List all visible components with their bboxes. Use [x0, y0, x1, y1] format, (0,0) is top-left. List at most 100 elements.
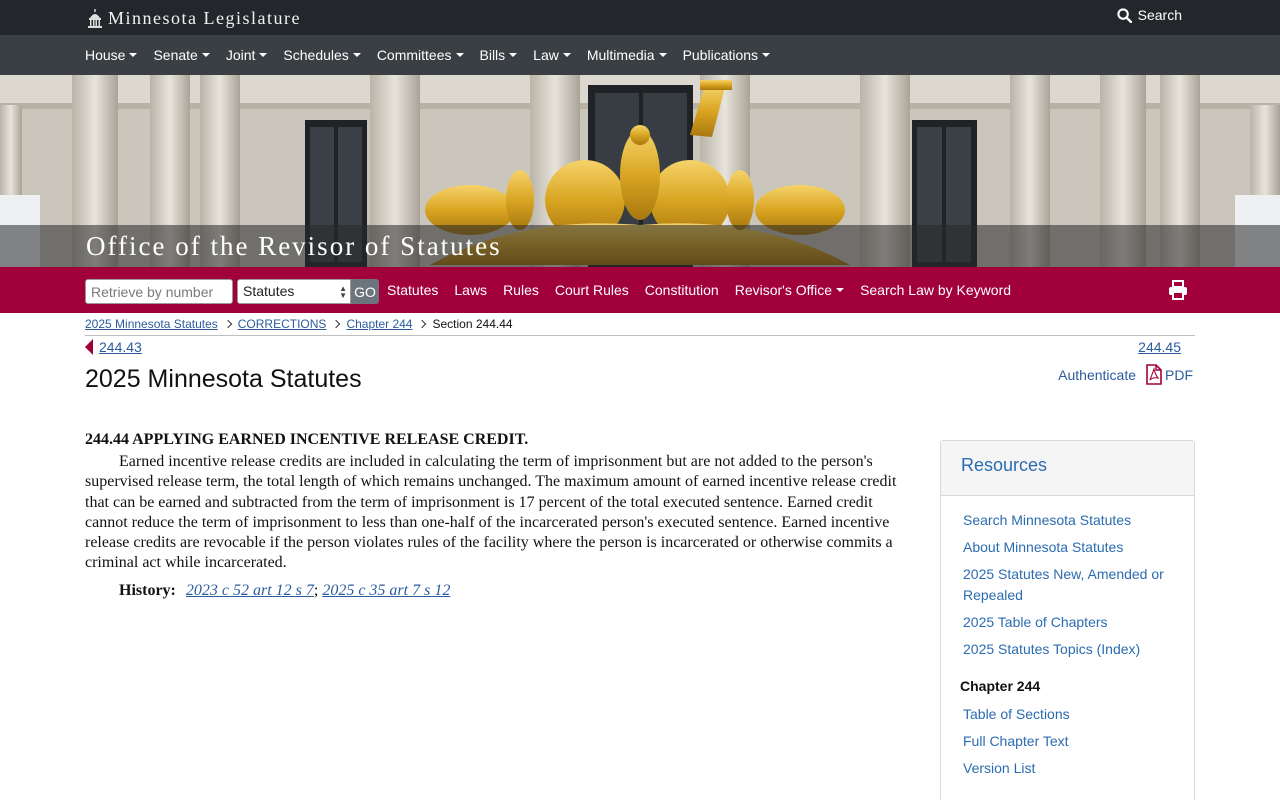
- triangle-left-icon: [85, 339, 93, 355]
- top-search-link[interactable]: Search: [1117, 7, 1182, 23]
- link-label: Search Law by Keyword: [860, 282, 1012, 298]
- resource-link[interactable]: 2025 Statutes Topics (Index): [963, 639, 1174, 660]
- nav-publications[interactable]: Publications: [683, 47, 771, 63]
- history-separator: ;: [313, 581, 319, 599]
- go-button[interactable]: GO: [351, 279, 379, 304]
- resource-link[interactable]: 2025 Statutes New, Amended or Repealed: [963, 564, 1174, 606]
- nav-label: Bills: [479, 47, 506, 63]
- retrieve-by-number-input[interactable]: [85, 279, 233, 304]
- nav-bills[interactable]: Bills: [480, 47, 518, 63]
- link-constitution[interactable]: Constitution: [645, 282, 719, 298]
- statute-section: 244.44 APPLYING EARNED INCENTIVE RELEASE…: [85, 431, 911, 600]
- select-value: Statutes: [243, 283, 295, 299]
- chapter-link[interactable]: Version List: [963, 758, 1174, 779]
- nav-label: Committees: [376, 47, 452, 63]
- link-label: Constitution: [644, 282, 719, 298]
- resources-list: Search Minnesota Statutes About Minnesot…: [941, 496, 1194, 660]
- nav-house[interactable]: House: [85, 47, 138, 63]
- breadcrumb-statutes[interactable]: 2025 Minnesota Statutes: [85, 317, 218, 331]
- brand-logo[interactable]: Minnesota Legislature: [86, 8, 301, 29]
- link-revisors-office[interactable]: Revisor's Office: [734, 282, 845, 298]
- capitol-icon: [88, 8, 102, 28]
- caret-down-icon: [836, 288, 845, 292]
- section-heading: Section 244.44: [941, 785, 1194, 800]
- divider: [85, 335, 1195, 336]
- nav-senate[interactable]: Senate: [153, 47, 210, 63]
- nav-label: Publications: [682, 47, 759, 63]
- document-type-select[interactable]: Statutes ▲ ▼: [237, 279, 351, 304]
- breadcrumb-current: Section 244.44: [432, 317, 513, 331]
- link-rules[interactable]: Rules: [503, 282, 539, 298]
- main-nav: House Senate Joint Schedules Committees …: [0, 35, 1280, 75]
- caret-down-icon: [762, 53, 771, 57]
- caret-down-icon: [658, 53, 667, 57]
- chevron-right-icon: [332, 319, 341, 329]
- nav-label: House: [85, 47, 126, 63]
- nav-law[interactable]: Law: [533, 47, 571, 63]
- nav-label: Multimedia: [586, 47, 655, 63]
- top-bar: Minnesota Legislature Search: [0, 0, 1280, 35]
- nav-committees[interactable]: Committees: [377, 47, 464, 63]
- brand-text: Minnesota Legislature: [108, 8, 301, 28]
- resources-title: Resources: [961, 455, 1048, 475]
- nav-schedules[interactable]: Schedules: [283, 47, 361, 63]
- link-label: Statutes: [387, 282, 439, 298]
- top-search-label: Search: [1137, 7, 1182, 23]
- next-section-link[interactable]: 244.45: [1138, 339, 1181, 355]
- document-actions: Authenticate PDF: [1058, 364, 1193, 385]
- statute-body: Earned incentive release credits are inc…: [85, 453, 897, 572]
- resources-header: Resources: [941, 441, 1194, 496]
- caret-down-icon: [352, 53, 361, 57]
- pdf-link[interactable]: PDF: [1165, 367, 1193, 383]
- breadcrumb: 2025 Minnesota Statutes CORRECTIONS Chap…: [85, 317, 513, 331]
- link-statutes[interactable]: Statutes: [387, 282, 438, 298]
- link-laws[interactable]: Laws: [454, 282, 487, 298]
- next-section[interactable]: 244.45: [1138, 339, 1181, 355]
- hero-title: Office of the Revisor of Statutes: [86, 231, 502, 261]
- nav-label: Joint: [225, 47, 256, 63]
- resources-panel: Resources Search Minnesota Statutes Abou…: [940, 440, 1195, 800]
- search-icon: [1117, 7, 1132, 23]
- page-title: 2025 Minnesota Statutes: [85, 365, 362, 393]
- chapter-link[interactable]: Table of Sections: [963, 704, 1174, 725]
- chevron-right-icon: [418, 319, 427, 329]
- nav-multimedia[interactable]: Multimedia: [587, 47, 667, 63]
- chapter-link[interactable]: Full Chapter Text: [963, 731, 1174, 752]
- history-label: History:: [119, 581, 176, 599]
- caret-down-icon: [509, 53, 518, 57]
- link-label: Court Rules: [554, 282, 629, 298]
- nav-label: Schedules: [283, 47, 349, 63]
- resource-link[interactable]: About Minnesota Statutes: [963, 537, 1174, 558]
- breadcrumb-chapter[interactable]: Chapter 244: [346, 317, 412, 331]
- statute-heading: 244.44 APPLYING EARNED INCENTIVE RELEASE…: [85, 431, 529, 448]
- authenticate-link[interactable]: Authenticate: [1058, 367, 1136, 383]
- caret-down-icon: [201, 53, 210, 57]
- resource-link[interactable]: Search Minnesota Statutes: [963, 510, 1174, 531]
- caret-down-icon: [129, 53, 138, 57]
- caret-down-icon: [259, 53, 268, 57]
- hero-banner: Office of the Revisor of Statutes: [0, 75, 1280, 267]
- nav-label: Senate: [153, 47, 198, 63]
- statute-history: History: 2023 c 52 art 12 s 7; 2025 c 35…: [85, 582, 911, 600]
- link-label: Rules: [503, 282, 539, 298]
- previous-section[interactable]: 244.43: [85, 339, 142, 355]
- link-court-rules[interactable]: Court Rules: [555, 282, 629, 298]
- nav-joint[interactable]: Joint: [226, 47, 268, 63]
- caret-down-icon: [562, 53, 571, 57]
- chapter-heading: Chapter 244: [960, 678, 1041, 694]
- select-arrows-icon: ▲ ▼: [339, 284, 347, 300]
- history-link[interactable]: 2025 c 35 art 7 s 12: [322, 582, 450, 599]
- pdf-file-icon[interactable]: [1146, 364, 1162, 385]
- revisor-toolbar: Statutes ▲▼ GO Statutes Laws Rules Court…: [0, 267, 1280, 313]
- caret-down-icon: [455, 53, 464, 57]
- chevron-right-icon: [223, 319, 233, 329]
- chapter-links: Table of Sections Full Chapter Text Vers…: [941, 704, 1194, 779]
- resource-link[interactable]: 2025 Table of Chapters: [963, 612, 1174, 633]
- link-label: Laws: [454, 282, 488, 298]
- history-link[interactable]: 2023 c 52 art 12 s 7: [186, 582, 314, 599]
- print-icon[interactable]: [1168, 280, 1188, 300]
- previous-section-link[interactable]: 244.43: [99, 339, 142, 355]
- breadcrumb-corrections[interactable]: CORRECTIONS: [238, 317, 327, 331]
- link-search-law-by-keyword[interactable]: Search Law by Keyword: [860, 282, 1011, 298]
- link-label: Revisor's Office: [734, 282, 833, 298]
